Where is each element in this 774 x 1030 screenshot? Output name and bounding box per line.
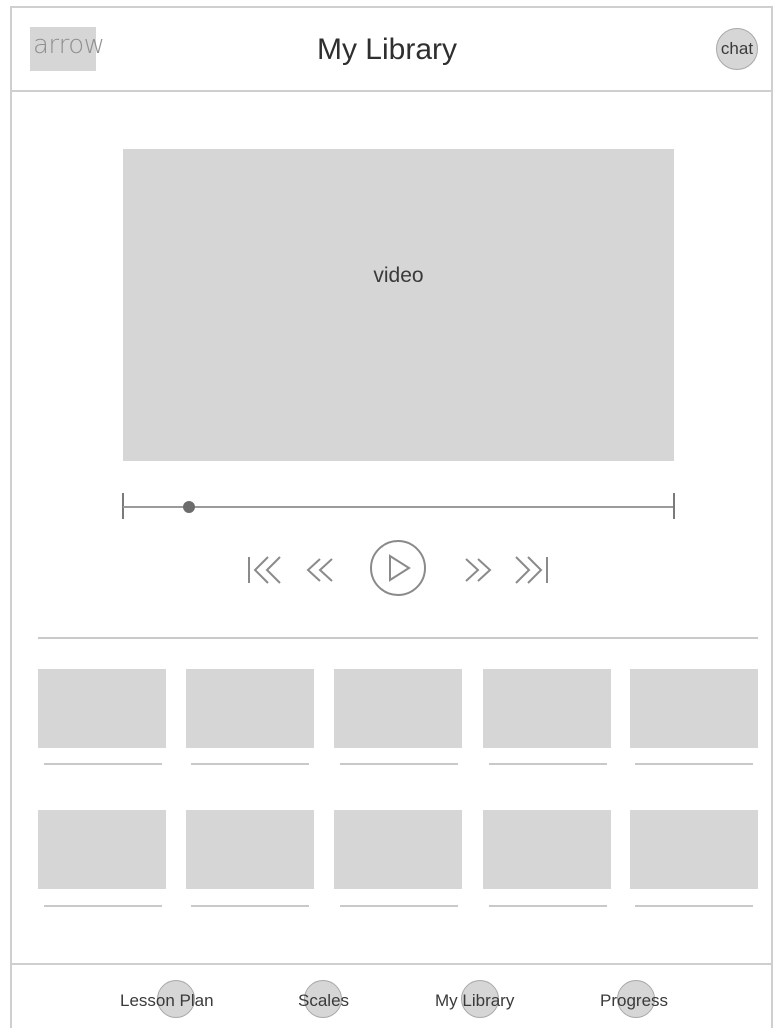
library-item-title: [44, 763, 162, 765]
page-title: My Library: [316, 33, 458, 66]
playback-scrubber[interactable]: [123, 506, 674, 508]
rewind-icon: [306, 558, 333, 582]
nav-label: Lesson Plan: [120, 991, 214, 1010]
skip-to-start-button[interactable]: [243, 548, 285, 592]
nav-label: Progress: [600, 991, 669, 1010]
nav-item-my-library[interactable]: My Library: [430, 965, 540, 1030]
nav-label: Scales: [298, 991, 350, 1010]
library-item-title: [635, 763, 753, 765]
library-item-thumbnail[interactable]: [38, 669, 166, 748]
library-item-thumbnail[interactable]: [630, 810, 758, 889]
library-item-title: [489, 763, 607, 765]
fast-forward-button[interactable]: [458, 548, 498, 592]
library-item-title: [340, 763, 458, 765]
library-item-title: [191, 763, 309, 765]
library-item-title: [489, 905, 607, 907]
rewind-button[interactable]: [300, 548, 340, 592]
library-item-title: [44, 905, 162, 907]
skip-to-end-icon: [515, 556, 548, 584]
library-item-thumbnail[interactable]: [186, 669, 314, 748]
library-item-thumbnail[interactable]: [38, 810, 166, 889]
video-player[interactable]: video: [123, 149, 674, 461]
skip-to-start-icon: [248, 556, 281, 584]
nav-item-lesson-plan[interactable]: Lesson Plan: [118, 965, 238, 1030]
library-item-title: [635, 905, 753, 907]
scrubber-handle[interactable]: [183, 501, 196, 513]
play-icon: [389, 554, 411, 582]
chat-label: chat: [720, 39, 754, 58]
fast-forward-icon: [465, 558, 492, 582]
library-item-thumbnail[interactable]: [334, 669, 462, 748]
library-item-thumbnail[interactable]: [483, 810, 611, 889]
section-divider: [38, 637, 758, 639]
nav-label: My Library: [435, 991, 515, 1010]
play-button[interactable]: [370, 540, 426, 596]
library-item-title: [191, 905, 309, 907]
library-item-thumbnail[interactable]: [483, 669, 611, 748]
library-item-title: [340, 905, 458, 907]
library-item-thumbnail[interactable]: [630, 669, 758, 748]
library-item-thumbnail[interactable]: [334, 810, 462, 889]
nav-item-scales[interactable]: Scales: [293, 965, 363, 1030]
video-label: video: [373, 264, 424, 287]
chat-button[interactable]: chat: [716, 28, 758, 70]
scrubber-end-cap: [673, 493, 675, 519]
nav-item-progress[interactable]: Progress: [596, 965, 686, 1030]
bottom-nav: Lesson Plan Scales My Library Progress: [10, 963, 773, 1028]
library-item-thumbnail[interactable]: [186, 810, 314, 889]
skip-to-end-button[interactable]: [511, 548, 553, 592]
